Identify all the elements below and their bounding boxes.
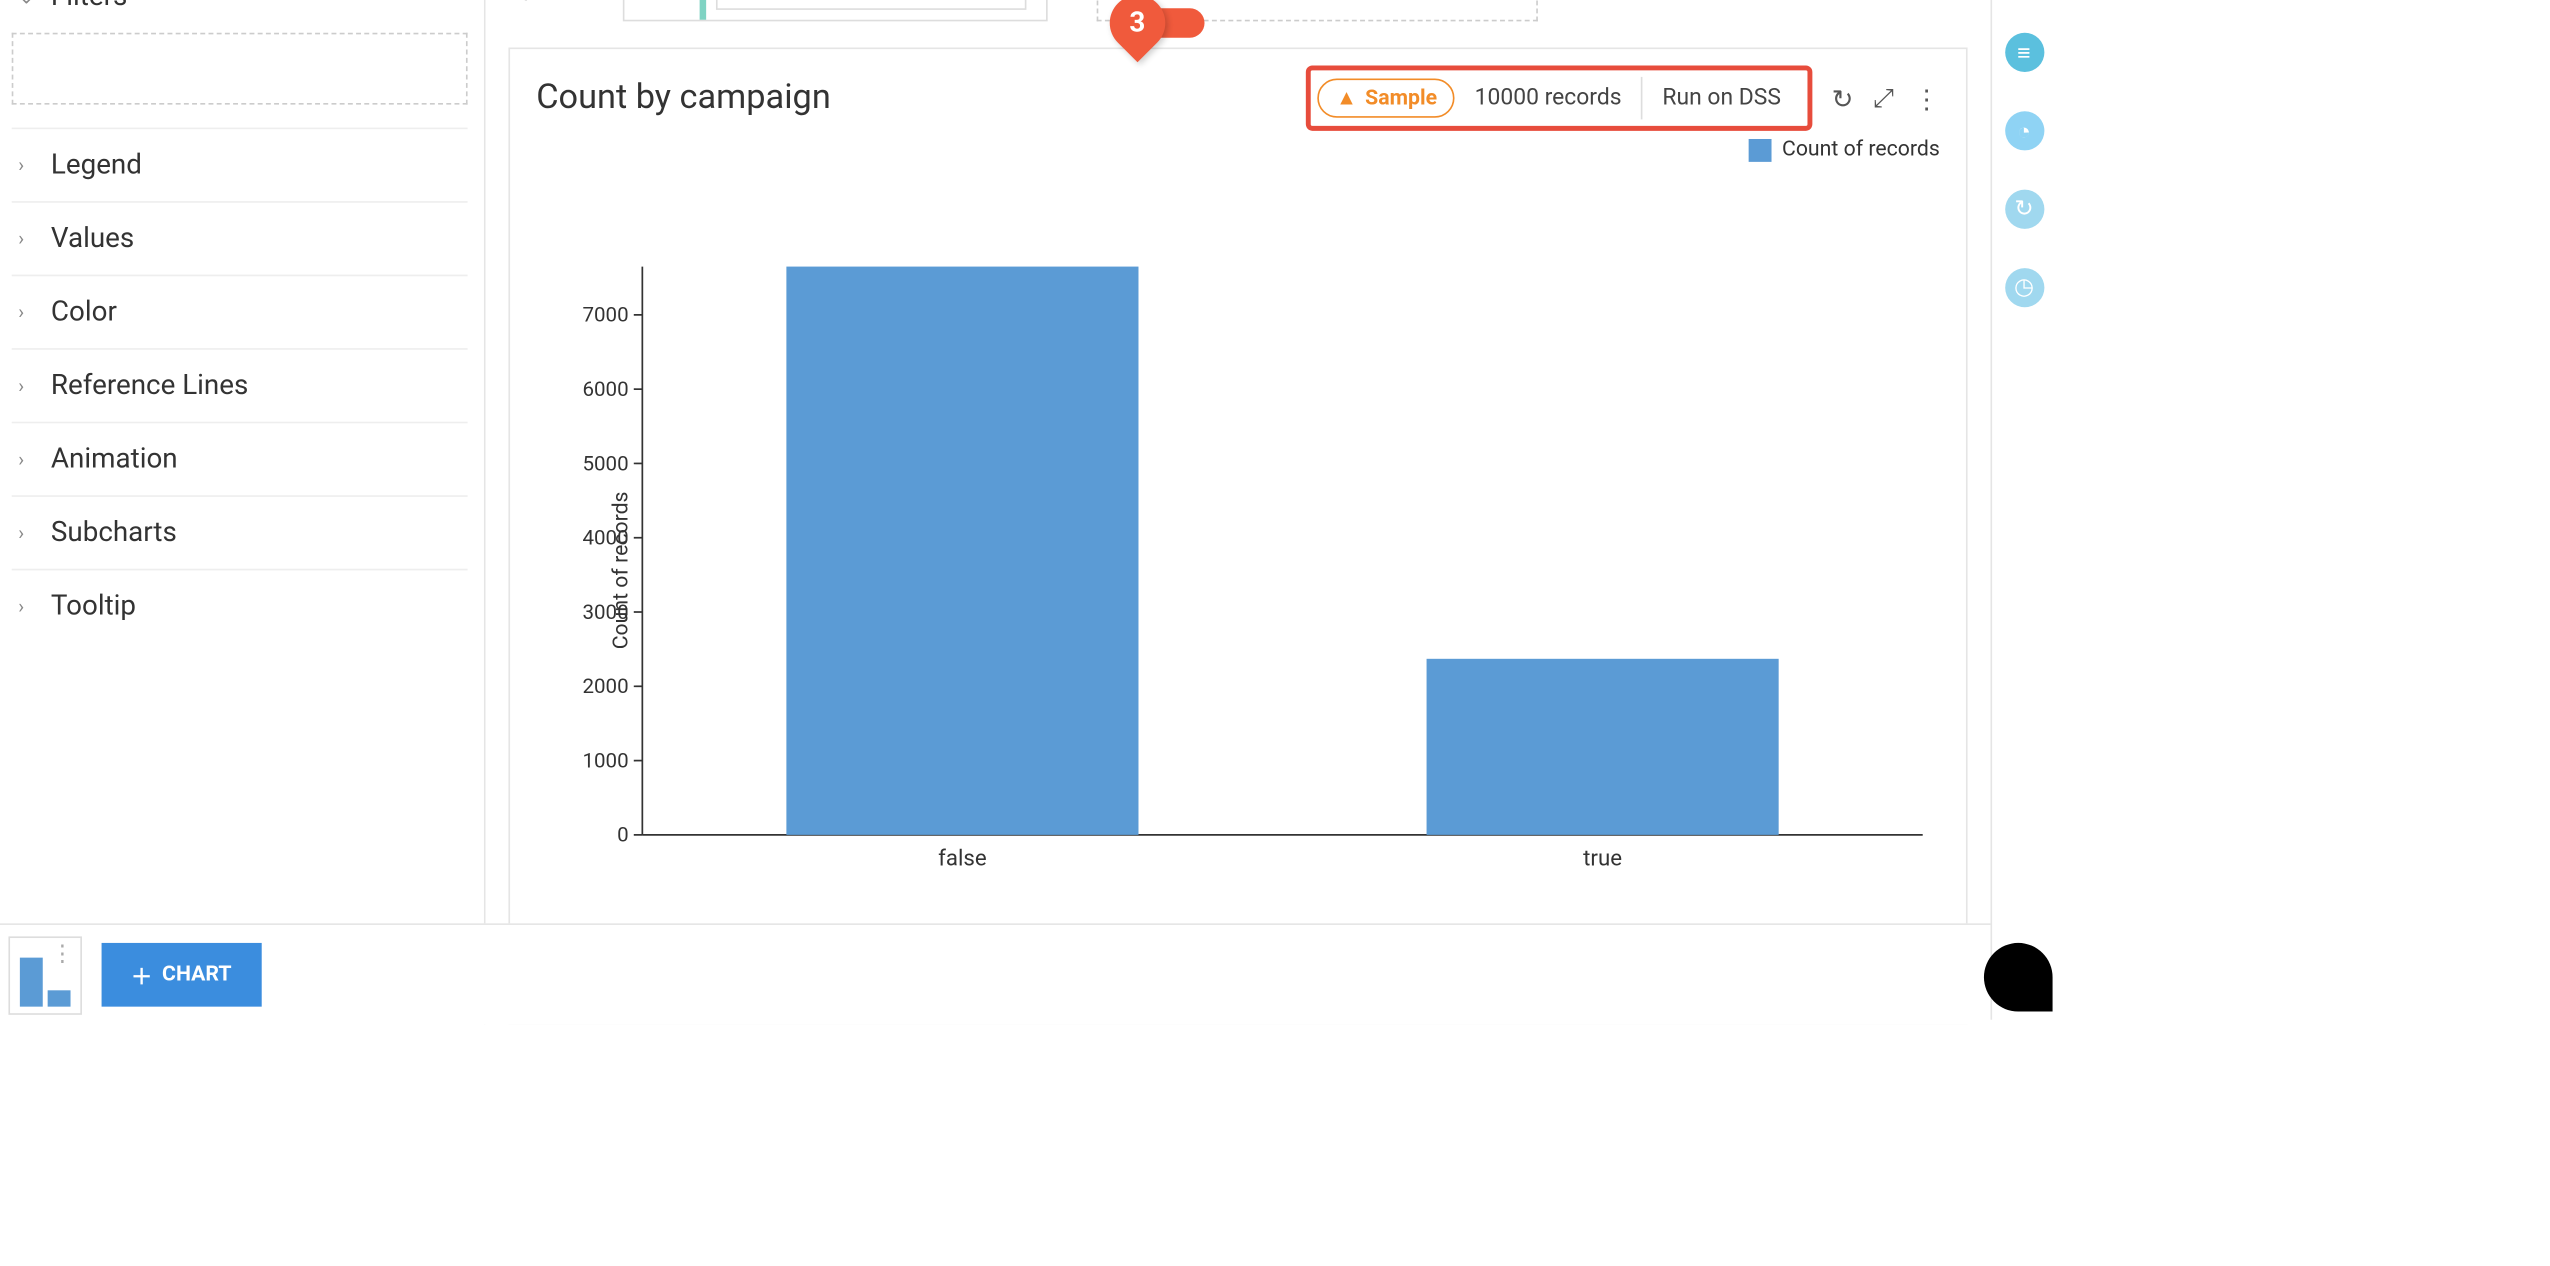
chevron-right-icon: › <box>18 301 38 324</box>
more-icon[interactable]: ⋮ <box>1914 83 1940 114</box>
svg-text:1000: 1000 <box>582 749 628 773</box>
svg-text:6000: 6000 <box>582 378 628 402</box>
chart-thumbnail[interactable]: ⋮ <box>8 936 82 1014</box>
bar-chart: 01000200030004000500060007000falsetrue <box>536 162 1940 977</box>
chevron-right-icon: › <box>18 374 38 397</box>
rail-list-icon[interactable]: ≡ <box>2004 33 2043 72</box>
sample-count: 10000 records <box>1455 77 1643 119</box>
accordion-animation[interactable]: ›Animation <box>12 422 468 496</box>
chevron-right-icon: › <box>18 595 38 618</box>
legend-swatch <box>1749 138 1772 161</box>
x-axis-config[interactable]: X⌄ ⌄ campaign 🗑 <box>623 0 1048 21</box>
accordion-reference-lines[interactable]: ›Reference Lines <box>12 348 468 422</box>
chevron-right-icon: › <box>18 154 38 177</box>
rail-chat-icon[interactable]: ◔ <box>2004 111 2043 150</box>
accordion-subcharts[interactable]: ›Subcharts <box>12 495 468 569</box>
svg-text:false: false <box>938 846 987 872</box>
group-dropzone[interactable]: ◐ ⌄ Drop to create groups of bars <box>1097 0 1538 21</box>
svg-text:7000: 7000 <box>582 304 628 328</box>
svg-text:true: true <box>1583 846 1622 872</box>
by-label: By <box>508 0 590 2</box>
add-chart-button[interactable]: ＋ CHART <box>102 943 261 1007</box>
plus-icon: ＋ <box>131 959 152 990</box>
warning-icon: ▲ <box>1336 85 1357 111</box>
rail-history-icon[interactable]: ↻ <box>2004 190 2043 229</box>
svg-text:2000: 2000 <box>582 675 628 699</box>
chevron-right-icon: › <box>18 521 38 544</box>
accordion-tooltip[interactable]: ›Tooltip <box>12 569 468 643</box>
chart-title: Count by campaign <box>536 79 831 118</box>
sample-info-box: ▲ Sample 10000 records Run on DSS <box>1307 65 1812 130</box>
svg-text:5000: 5000 <box>582 452 628 476</box>
chevron-down-icon: ⌄ <box>18 0 38 8</box>
y-axis-label: Count of records <box>609 491 634 649</box>
more-icon[interactable]: ⋮ <box>51 940 74 966</box>
chevron-right-icon: › <box>18 448 38 471</box>
x-field-pill[interactable]: ⌄ campaign 🗑 <box>716 0 1026 10</box>
accordion-filters[interactable]: ⌄Filters <box>12 0 468 33</box>
filter-dropzone[interactable] <box>12 33 468 105</box>
svg-text:0: 0 <box>617 824 629 848</box>
accordion-legend[interactable]: ›Legend <box>12 128 468 202</box>
run-on-dss-button[interactable]: Run on DSS <box>1643 77 1801 119</box>
chart-legend: Count of records <box>536 137 1940 162</box>
chat-fab[interactable] <box>1984 943 2053 1012</box>
rail-clock-icon[interactable]: ◷ <box>2004 268 2043 307</box>
sample-button[interactable]: ▲ Sample <box>1318 79 1455 118</box>
fullscreen-icon[interactable]: ⤢ <box>1873 82 1894 115</box>
chevron-right-icon: › <box>18 227 38 250</box>
accordion-values[interactable]: ›Values <box>12 201 468 275</box>
refresh-icon[interactable]: ↻ <box>1832 83 1854 114</box>
accordion-color[interactable]: ›Color <box>12 275 468 349</box>
